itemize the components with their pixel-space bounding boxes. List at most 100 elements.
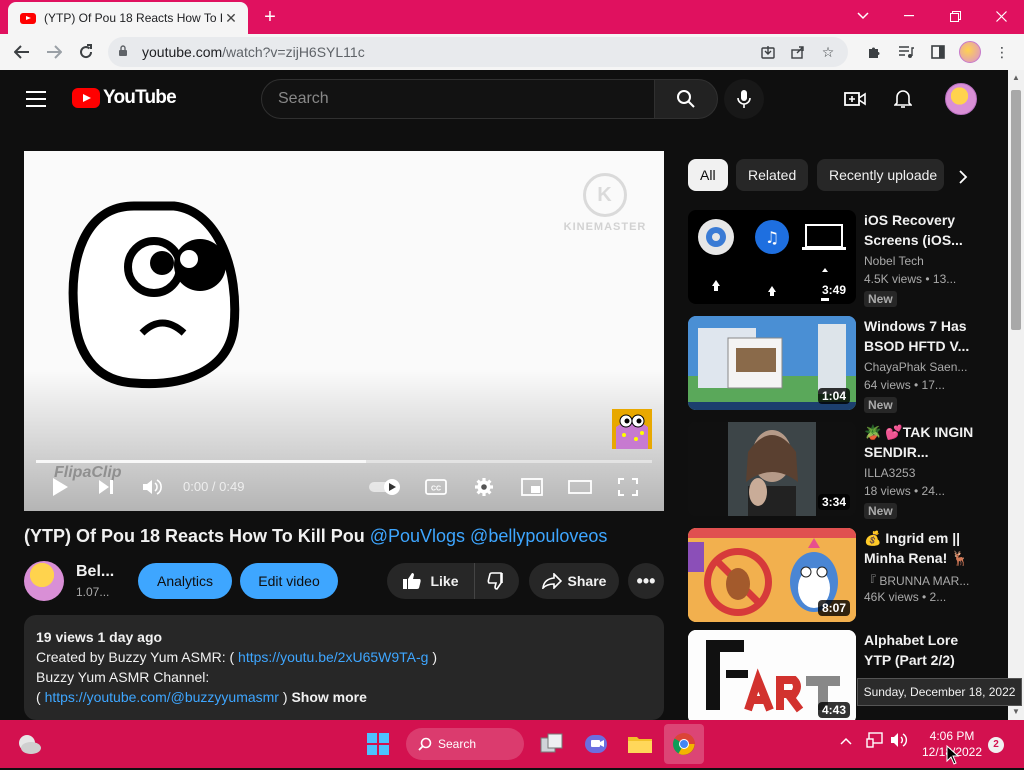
- video-thumbnail[interactable]: 1:04: [688, 316, 856, 410]
- page-scrollbar[interactable]: ▲ ▼: [1008, 70, 1024, 720]
- description-link-1[interactable]: https://youtu.be/2xU65W9TA-g: [238, 649, 428, 665]
- fullscreen-button[interactable]: [614, 473, 642, 501]
- share-button[interactable]: Share: [529, 563, 619, 599]
- youtube-logo[interactable]: YouTube: [72, 87, 177, 109]
- side-panel-icon[interactable]: [924, 36, 952, 68]
- autoplay-toggle[interactable]: [367, 473, 403, 501]
- video-title[interactable]: Alphabet Lore YTP (Part 2/2): [864, 630, 974, 670]
- teams-chat-icon[interactable]: [576, 724, 616, 764]
- recommendation-item[interactable]: 3:34 🪴 💕TAK INGIN SENDIR... ILLA3253 18 …: [688, 422, 988, 519]
- channel-name[interactable]: ChayaPhak Saen...: [864, 360, 974, 374]
- taskbar-search[interactable]: Search: [406, 728, 524, 760]
- network-icon[interactable]: [866, 732, 884, 751]
- description-line-3: ( https://youtube.com/@buzzyyumasmr ) Sh…: [36, 689, 367, 705]
- progress-bar[interactable]: [36, 460, 652, 463]
- edit-video-button[interactable]: Edit video: [240, 563, 338, 599]
- play-button[interactable]: [46, 473, 74, 501]
- channel-avatar[interactable]: [24, 561, 64, 601]
- install-app-icon[interactable]: [756, 41, 780, 63]
- weather-widget-icon[interactable]: [16, 732, 42, 761]
- tab-close-icon[interactable]: ✕: [222, 10, 240, 27]
- lock-icon[interactable]: [118, 44, 132, 60]
- notifications-bell-icon[interactable]: [891, 87, 915, 111]
- video-title-text: (YTP) Of Pou 18 Reacts How To Kill Pou: [24, 526, 365, 546]
- task-view-icon[interactable]: [532, 724, 572, 764]
- settings-button[interactable]: [470, 473, 498, 501]
- tab-search-icon[interactable]: [840, 0, 886, 32]
- back-button[interactable]: [6, 36, 38, 68]
- video-duration: 1:04: [817, 388, 850, 404]
- microphone-icon: [737, 90, 751, 108]
- video-thumbnail[interactable]: ♫ 3:49: [688, 210, 856, 304]
- scroll-up-arrow-icon[interactable]: ▲: [1008, 70, 1024, 86]
- channel-name[interactable]: ILLA3253: [864, 466, 974, 480]
- more-actions-button[interactable]: •••: [628, 563, 664, 599]
- video-title-mentions[interactable]: @PouVlogs @bellypouloveos: [370, 526, 608, 546]
- chips-next-arrow-icon[interactable]: [952, 166, 974, 188]
- description-link-2[interactable]: https://youtube.com/@buzzyyumasmr: [45, 689, 279, 705]
- chrome-taskbar-icon[interactable]: [664, 724, 704, 764]
- video-title[interactable]: 🪴 💕TAK INGIN SENDIR...: [864, 422, 974, 462]
- dislike-button[interactable]: [475, 563, 519, 599]
- show-more-button[interactable]: Show more: [291, 689, 366, 705]
- profile-avatar-icon[interactable]: [956, 36, 984, 68]
- browser-tab[interactable]: (YTP) Of Pou 18 Reacts How To Kill ✕: [8, 2, 248, 34]
- media-controls-icon[interactable]: [892, 36, 920, 68]
- reload-button[interactable]: [70, 36, 102, 68]
- guide-menu-icon[interactable]: [26, 91, 46, 112]
- minimize-button[interactable]: [886, 0, 932, 32]
- start-button[interactable]: [358, 724, 398, 764]
- search-input[interactable]: Search: [261, 79, 655, 119]
- video-player[interactable]: K KINEMASTER FlipaClip 0:00 / 0:49 CC: [24, 151, 664, 511]
- miniplayer-button[interactable]: [518, 473, 546, 501]
- recommendation-item[interactable]: 8:07 💰 Ingrid em || Minha Rena! 🦌 『 BRUN…: [688, 528, 988, 624]
- share-page-icon[interactable]: [786, 41, 810, 63]
- youtube-play-logo-icon: [72, 88, 100, 108]
- search-button[interactable]: [654, 79, 718, 119]
- like-button[interactable]: Like: [387, 563, 475, 599]
- channel-name[interactable]: Nobel Tech: [864, 254, 974, 268]
- play-icon: [53, 478, 68, 496]
- file-explorer-icon[interactable]: [620, 724, 660, 764]
- new-tab-button[interactable]: +: [258, 6, 282, 28]
- volume-button[interactable]: [138, 473, 166, 501]
- voice-search-button[interactable]: [724, 79, 764, 119]
- show-hidden-icons-chevron-icon[interactable]: [840, 732, 852, 748]
- close-window-button[interactable]: [978, 0, 1024, 32]
- video-title[interactable]: Windows 7 Has BSOD HFTD V...: [864, 316, 974, 356]
- forward-button[interactable]: [38, 36, 70, 68]
- url-path: /watch?v=zijH6SYL11c: [222, 44, 365, 60]
- recommendation-item[interactable]: 4:43 Alphabet Lore YTP (Part 2/2): [688, 630, 988, 720]
- recommendation-item[interactable]: 1:04 Windows 7 Has BSOD HFTD V... ChayaP…: [688, 316, 988, 413]
- create-video-icon[interactable]: [843, 87, 867, 111]
- channel-name[interactable]: 『 BRUNNA MAR...: [864, 572, 974, 589]
- recommendation-item[interactable]: ♫ 3:49 iOS Recovery Screens (iOS... Nobe…: [688, 210, 988, 307]
- video-thumbnail[interactable]: 4:43: [688, 630, 856, 720]
- windows-logo-icon: [367, 733, 389, 755]
- chip-recently-uploaded[interactable]: Recently uploade: [817, 159, 944, 191]
- chip-related[interactable]: Related: [736, 159, 809, 191]
- volume-tray-icon[interactable]: [890, 732, 908, 751]
- extensions-icon[interactable]: [860, 36, 888, 68]
- restore-button[interactable]: [932, 0, 978, 32]
- notification-count-badge[interactable]: 2: [988, 737, 1004, 753]
- bookmark-star-icon[interactable]: ☆: [816, 41, 840, 63]
- video-title[interactable]: 💰 Ingrid em || Minha Rena! 🦌: [864, 528, 974, 568]
- video-thumbnail[interactable]: 3:34: [688, 422, 856, 516]
- account-avatar[interactable]: [945, 83, 977, 115]
- search-icon: [418, 737, 432, 751]
- theater-mode-button[interactable]: [566, 473, 594, 501]
- scrollbar-thumb[interactable]: [1011, 90, 1021, 330]
- video-title[interactable]: iOS Recovery Screens (iOS...: [864, 210, 974, 250]
- next-button[interactable]: [92, 473, 120, 501]
- browser-menu-icon[interactable]: ⋮: [988, 36, 1016, 68]
- captions-button[interactable]: CC: [422, 473, 450, 501]
- analytics-button[interactable]: Analytics: [138, 563, 232, 599]
- chip-all[interactable]: All: [688, 159, 728, 191]
- channel-name[interactable]: Bel...: [76, 563, 114, 581]
- address-bar[interactable]: youtube.com/watch?v=zijH6SYL11c ☆: [108, 37, 848, 67]
- video-duration: 4:43: [817, 702, 850, 718]
- video-thumbnail[interactable]: 8:07: [688, 528, 856, 622]
- description-box[interactable]: 19 views 1 day ago Created by Buzzy Yum …: [24, 615, 664, 720]
- scroll-down-arrow-icon[interactable]: ▼: [1008, 704, 1024, 720]
